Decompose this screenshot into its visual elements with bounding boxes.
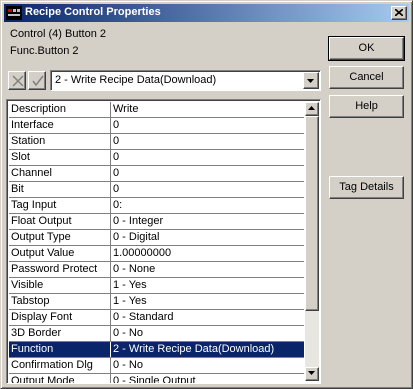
arrow-down-icon	[308, 371, 315, 375]
close-icon	[395, 9, 403, 16]
function-select-value: 2 - Write Recipe Data(Download)	[55, 74, 217, 86]
property-label: Tag Input	[9, 198, 111, 213]
property-row[interactable]: Channel 0	[9, 166, 304, 182]
property-value[interactable]: 1.00000000	[112, 246, 304, 261]
property-value[interactable]: 0	[112, 118, 304, 133]
property-value[interactable]: 0:	[112, 198, 304, 213]
property-value[interactable]: 0 - No	[112, 358, 304, 373]
property-label: Output Type	[9, 230, 111, 245]
function-label: Func.Button 2	[10, 45, 79, 57]
property-row[interactable]: Bit 0	[9, 182, 304, 198]
property-label: Output Value	[9, 246, 111, 261]
property-value[interactable]: 0 - No	[112, 326, 304, 341]
property-row[interactable]: Password Protect 0 - None	[9, 262, 304, 278]
property-value[interactable]: 0	[112, 182, 304, 197]
property-label: Interface	[9, 118, 111, 133]
property-label: Password Protect	[9, 262, 111, 277]
property-value[interactable]: Write	[112, 102, 304, 117]
property-value[interactable]: 2 - Write Recipe Data(Download)	[112, 342, 304, 357]
property-value[interactable]: 0 - Single Output	[112, 374, 304, 383]
property-label: Channel	[9, 166, 111, 181]
property-row[interactable]: Slot 0	[9, 150, 304, 166]
x-icon	[12, 75, 24, 87]
window-title: Recipe Control Properties	[25, 6, 161, 18]
property-label: Slot	[9, 150, 111, 165]
property-value[interactable]: 0	[112, 150, 304, 165]
scroll-up-button[interactable]	[305, 102, 319, 116]
property-rows: Description Write Interface 0 Station 0 Slot 0 C…	[9, 102, 304, 383]
property-row[interactable]: Output Mode 0 - Single Output	[9, 374, 304, 383]
scroll-down-button[interactable]	[305, 367, 319, 381]
property-label: Output Mode	[9, 374, 111, 383]
property-row[interactable]: Confirmation Dlg 0 - No	[9, 358, 304, 374]
property-value[interactable]: 0 - Standard	[112, 310, 304, 325]
property-row[interactable]: Output Type 0 - Digital	[9, 230, 304, 246]
arrow-up-icon	[308, 106, 315, 110]
property-label: Bit	[9, 182, 111, 197]
property-label: Confirmation Dlg	[9, 358, 111, 373]
property-value[interactable]: 1 - Yes	[112, 294, 304, 309]
property-value[interactable]: 0 - None	[112, 262, 304, 277]
close-button[interactable]	[391, 6, 407, 20]
ok-button[interactable]: OK	[328, 36, 405, 61]
property-row[interactable]: Display Font 0 - Standard	[9, 310, 304, 326]
property-label: Float Output	[9, 214, 111, 229]
app-icon	[6, 5, 22, 21]
property-row[interactable]: Interface 0	[9, 118, 304, 134]
property-label: Function	[9, 342, 111, 357]
tag-details-button[interactable]: Tag Details	[329, 176, 404, 199]
property-label: Tabstop	[9, 294, 111, 309]
function-select-dropdown-button[interactable]	[303, 72, 319, 89]
property-value[interactable]: 0 - Integer	[112, 214, 304, 229]
property-value[interactable]: 1 - Yes	[112, 278, 304, 293]
accept-edit-button[interactable]	[28, 71, 46, 90]
property-row[interactable]: Visible 1 - Yes	[9, 278, 304, 294]
property-label: Visible	[9, 278, 111, 293]
property-row[interactable]: Tag Input 0:	[9, 198, 304, 214]
property-value[interactable]: 0 - Digital	[112, 230, 304, 245]
property-label: Station	[9, 134, 111, 149]
cancel-button[interactable]: Cancel	[329, 66, 404, 89]
property-row[interactable]: 3D Border 0 - No	[9, 326, 304, 342]
help-button[interactable]: Help	[329, 95, 404, 118]
property-row[interactable]: Float Output 0 - Integer	[9, 214, 304, 230]
property-label: Description	[9, 102, 111, 117]
property-row[interactable]: Station 0	[9, 134, 304, 150]
property-value[interactable]: 0	[112, 134, 304, 149]
properties-dialog: Recipe Control Properties Control (4) Bu…	[0, 0, 413, 389]
property-value[interactable]: 0	[112, 166, 304, 181]
property-grid: Description Write Interface 0 Station 0 Slot 0 C…	[6, 99, 321, 384]
control-label: Control (4) Button 2	[10, 28, 106, 40]
chevron-down-icon	[307, 79, 314, 83]
scroll-thumb[interactable]	[305, 116, 319, 311]
vertical-scrollbar[interactable]	[305, 102, 319, 381]
function-select[interactable]: 2 - Write Recipe Data(Download)	[50, 70, 321, 91]
property-row[interactable]: Function 2 - Write Recipe Data(Download)	[9, 342, 304, 358]
cancel-edit-button[interactable]	[8, 71, 26, 90]
property-label: Display Font	[9, 310, 111, 325]
property-row[interactable]: Output Value 1.00000000	[9, 246, 304, 262]
property-label: 3D Border	[9, 326, 111, 341]
property-row[interactable]: Tabstop 1 - Yes	[9, 294, 304, 310]
property-row[interactable]: Description Write	[9, 102, 304, 118]
checkmark-icon	[32, 75, 44, 87]
title-bar[interactable]: Recipe Control Properties	[4, 4, 409, 22]
